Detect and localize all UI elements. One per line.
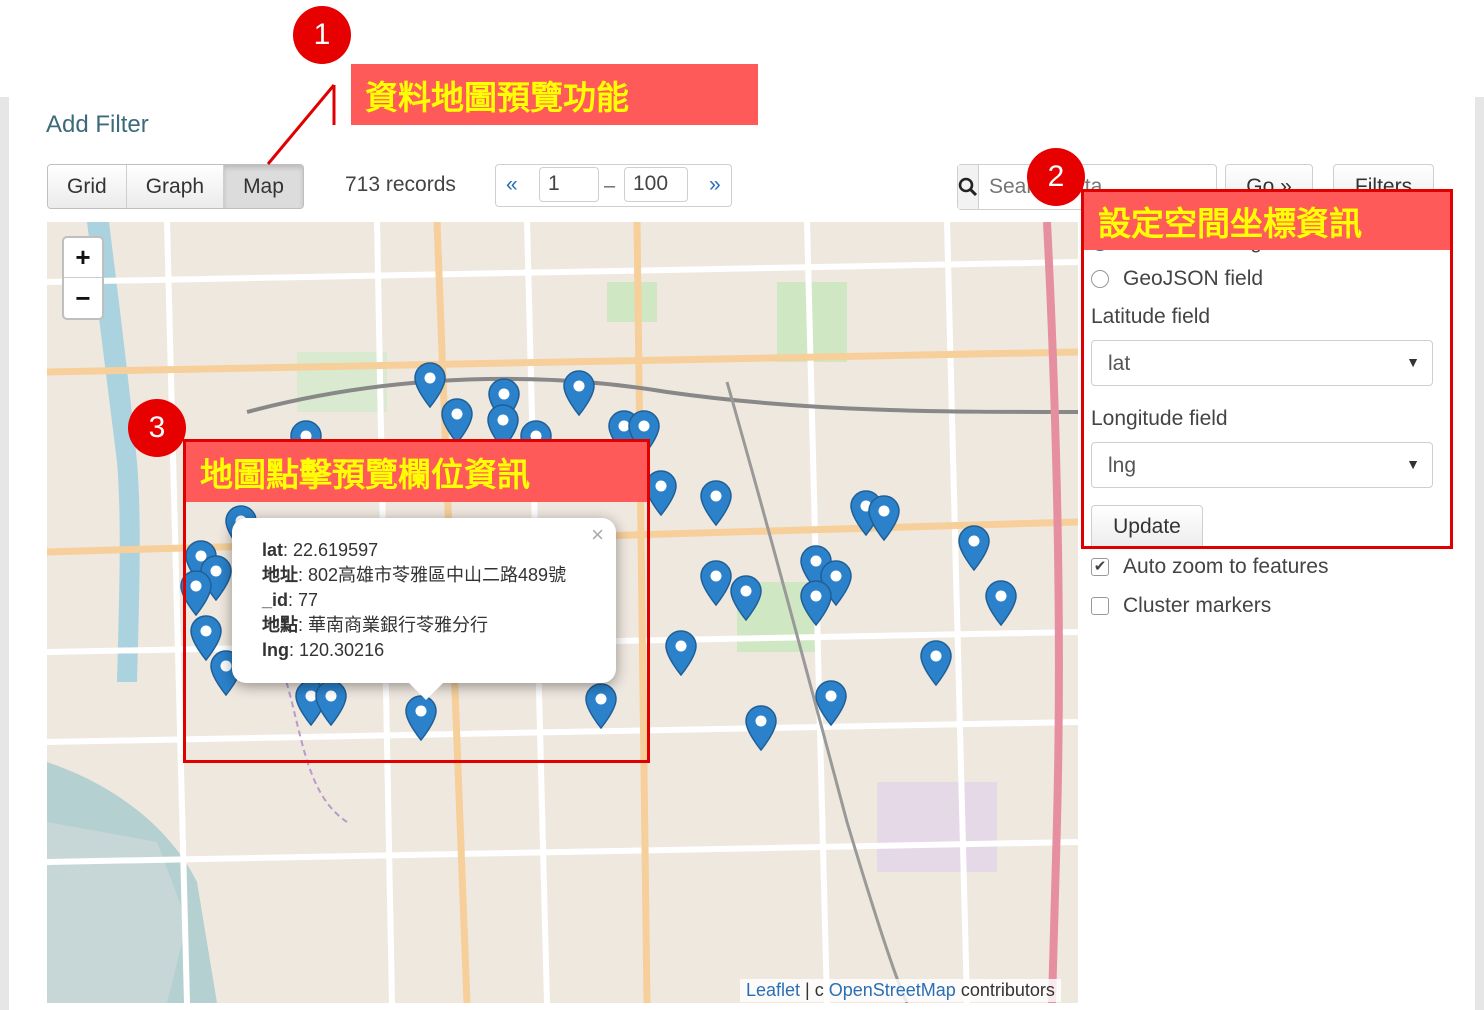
annotation-badge-2: 2 [1027,148,1085,206]
annotation-callout-2: 設定空間坐標資訊 [1084,192,1450,250]
annotation-badge-1: 1 [293,6,351,64]
annotation-callout-3: 地圖點擊預覽欄位資訊 [186,442,647,502]
annotation-badge-3: 3 [128,399,186,457]
annotation-callout-1: 資料地圖預覽功能 [351,64,758,125]
